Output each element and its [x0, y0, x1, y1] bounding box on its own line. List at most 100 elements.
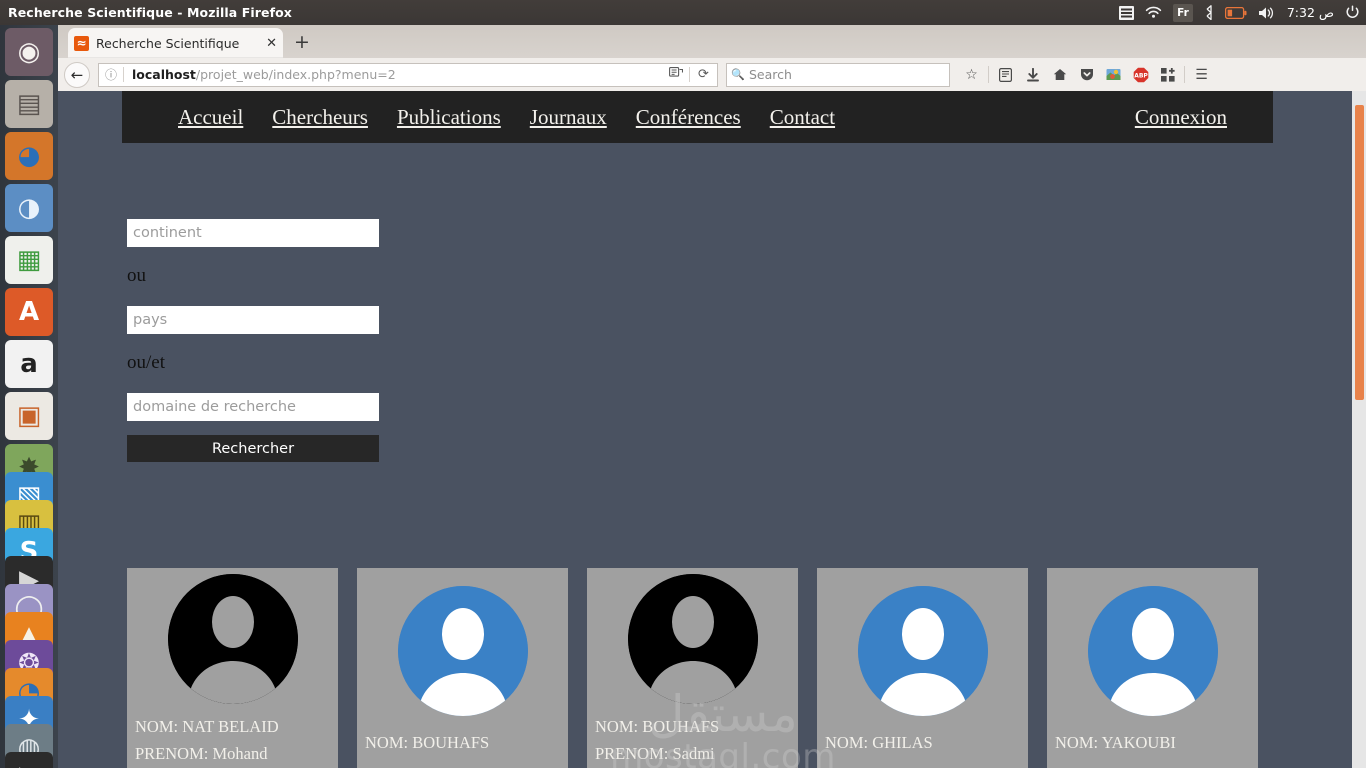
- launcher-item-libreoffice-impress[interactable]: ▣: [5, 392, 53, 440]
- extension-icon[interactable]: [1100, 61, 1127, 88]
- libreoffice-impress-icon: ▣: [5, 392, 53, 440]
- keyboard-layout-label: Fr: [1177, 6, 1189, 19]
- separator-ou-et: ou/et: [127, 352, 165, 373]
- launcher-item-ubuntu-software[interactable]: A: [5, 288, 53, 336]
- launcher-item-terminal-2[interactable]: ▶: [5, 752, 53, 768]
- nav-chercheurs-link[interactable]: Chercheurs: [272, 105, 368, 129]
- grid-add-icon[interactable]: [1154, 61, 1181, 88]
- back-button[interactable]: ←: [64, 61, 90, 88]
- domaine-input[interactable]: domaine de recherche: [127, 393, 379, 421]
- nav-connexion[interactable]: Connexion: [1135, 105, 1227, 130]
- clock[interactable]: ص 7:32: [1287, 5, 1334, 20]
- terminal-2-icon: ▶: [5, 752, 53, 768]
- keyboard-layout-indicator[interactable]: Fr: [1173, 3, 1193, 22]
- reload-icon[interactable]: ⟳: [690, 67, 717, 82]
- rechercher-button[interactable]: Rechercher: [127, 435, 379, 462]
- power-gear-icon[interactable]: [1345, 4, 1360, 22]
- firefox-icon: ◕: [5, 132, 53, 180]
- url-text: localhost/projet_web/index.php?menu=2: [132, 67, 396, 82]
- library-icon[interactable]: [992, 61, 1019, 88]
- close-tab-icon[interactable]: ✕: [266, 36, 277, 51]
- nav-connexion-link[interactable]: Connexion: [1135, 105, 1227, 129]
- nav-journaux[interactable]: Journaux: [530, 105, 607, 130]
- nav-publications-link[interactable]: Publications: [397, 105, 501, 129]
- table-row[interactable]: NOM: BOUHAFS PRENOM: Sadmi: [587, 568, 798, 768]
- nav-publications[interactable]: Publications: [397, 105, 501, 130]
- page-scrollbar-thumb[interactable]: [1355, 105, 1364, 400]
- new-tab-button[interactable]: +: [294, 31, 310, 53]
- researcher-prenom: PRENOM: Mohand: [135, 743, 268, 763]
- url-host: localhost: [132, 67, 196, 82]
- nav-accueil[interactable]: Accueil: [178, 105, 243, 130]
- researcher-nom: NOM: YAKOUBI: [1055, 733, 1176, 752]
- nav-conferences-link[interactable]: Conférences: [636, 105, 741, 129]
- page-viewport: Accueil Chercheurs Publications Journaux Con…: [58, 91, 1366, 768]
- researcher-nom: NOM: BOUHAFS: [595, 717, 720, 736]
- toolbar-divider: [988, 66, 989, 83]
- volume-icon[interactable]: [1258, 4, 1276, 22]
- list-icon[interactable]: [1119, 4, 1135, 22]
- table-row[interactable]: NOM: NAT BELAID PRENOM: Mohand: [127, 568, 338, 768]
- ubuntu-dash-icon: ◉: [5, 28, 53, 76]
- unity-launcher: ◉▤◕◑▦Aa▣✸▧▥S▶◯▲❂◔✦◍▶S▭: [0, 25, 58, 768]
- avatar: [397, 586, 528, 716]
- table-row[interactable]: NOM: BOUHAFS: [357, 568, 568, 768]
- results-list: NOM: NAT BELAID PRENOM: Mohand NOM: BOUHAF…: [127, 568, 1258, 768]
- bluetooth-icon[interactable]: [1204, 4, 1214, 22]
- window-title: Recherche Scientifique - Mozilla Firefox: [8, 5, 292, 20]
- info-icon[interactable]: ⓘ: [99, 66, 123, 83]
- avatar-person-icon: [627, 574, 758, 704]
- launcher-item-libreoffice-calc[interactable]: ▦: [5, 236, 53, 284]
- table-row[interactable]: NOM: GHILAS: [817, 568, 1028, 768]
- search-bar[interactable]: 🔍 Search: [726, 62, 950, 87]
- address-bar[interactable]: ⓘ localhost/projet_web/index.php?menu=2 …: [98, 62, 718, 87]
- card-text: NOM: GHILAS: [817, 730, 1028, 757]
- browser-navbar: ← ⓘ localhost/projet_web/index.php?menu=…: [58, 58, 1366, 91]
- pocket-icon[interactable]: [1073, 61, 1100, 88]
- reader-mode-icon[interactable]: [662, 66, 689, 83]
- nav-conferences[interactable]: Conférences: [636, 105, 741, 130]
- nav-accueil-link[interactable]: Accueil: [178, 105, 243, 129]
- site-nav-list: Accueil Chercheurs Publications Journaux Con…: [122, 91, 1273, 143]
- launcher-item-amazon[interactable]: a: [5, 340, 53, 388]
- nav-contact-link[interactable]: Contact: [770, 105, 835, 129]
- amazon-icon: a: [5, 340, 53, 388]
- avatar-person-icon: [397, 586, 528, 716]
- browser-tab[interactable]: Recherche Scientifique ✕: [68, 28, 283, 58]
- table-row[interactable]: NOM: YAKOUBI: [1047, 568, 1258, 768]
- site-navbar: Accueil Chercheurs Publications Journaux Con…: [122, 91, 1273, 143]
- files-icon: ▤: [5, 80, 53, 128]
- card-text: NOM: BOUHAFS PRENOM: Sadmi: [587, 714, 798, 767]
- libreoffice-calc-icon: ▦: [5, 236, 53, 284]
- nav-chercheurs[interactable]: Chercheurs: [272, 105, 368, 130]
- search-form: continent ou pays ou/et domaine de reche…: [127, 219, 387, 462]
- pays-input[interactable]: pays: [127, 306, 379, 334]
- bookmark-star-icon[interactable]: ☆: [958, 61, 985, 88]
- researcher-nom: NOM: NAT BELAID: [135, 717, 279, 736]
- toolbar-icons: ☆ ABP ☰: [958, 61, 1215, 88]
- researcher-prenom: PRENOM: Sadmi: [595, 743, 715, 763]
- researcher-nom: NOM: BOUHAFS: [365, 733, 490, 752]
- launcher-item-ubuntu-dash[interactable]: ◉: [5, 28, 53, 76]
- battery-low-icon[interactable]: [1224, 4, 1247, 22]
- home-icon[interactable]: [1046, 61, 1073, 88]
- avatar: [167, 574, 298, 704]
- avatar-person-icon: [1087, 586, 1218, 716]
- continent-input[interactable]: continent: [127, 219, 379, 247]
- separator-ou: ou: [127, 265, 146, 286]
- tab-strip: Recherche Scientifique ✕ +: [58, 25, 1366, 58]
- ubuntu-top-panel: Recherche Scientifique - Mozilla Firefox…: [0, 0, 1366, 25]
- nav-contact[interactable]: Contact: [770, 105, 835, 130]
- domaine-placeholder: domaine de recherche: [133, 399, 296, 415]
- wifi-icon[interactable]: [1145, 4, 1162, 22]
- downloads-icon[interactable]: [1019, 61, 1046, 88]
- xampp-favicon-icon: [74, 35, 89, 51]
- launcher-item-firefox[interactable]: ◕: [5, 132, 53, 180]
- avatar-person-icon: [167, 574, 298, 704]
- launcher-item-chromium[interactable]: ◑: [5, 184, 53, 232]
- nav-journaux-link[interactable]: Journaux: [530, 105, 607, 129]
- launcher-item-files[interactable]: ▤: [5, 80, 53, 128]
- page-scrollbar-track[interactable]: [1352, 91, 1366, 768]
- hamburger-menu-icon[interactable]: ☰: [1188, 61, 1215, 88]
- adblock-plus-icon[interactable]: ABP: [1127, 61, 1154, 88]
